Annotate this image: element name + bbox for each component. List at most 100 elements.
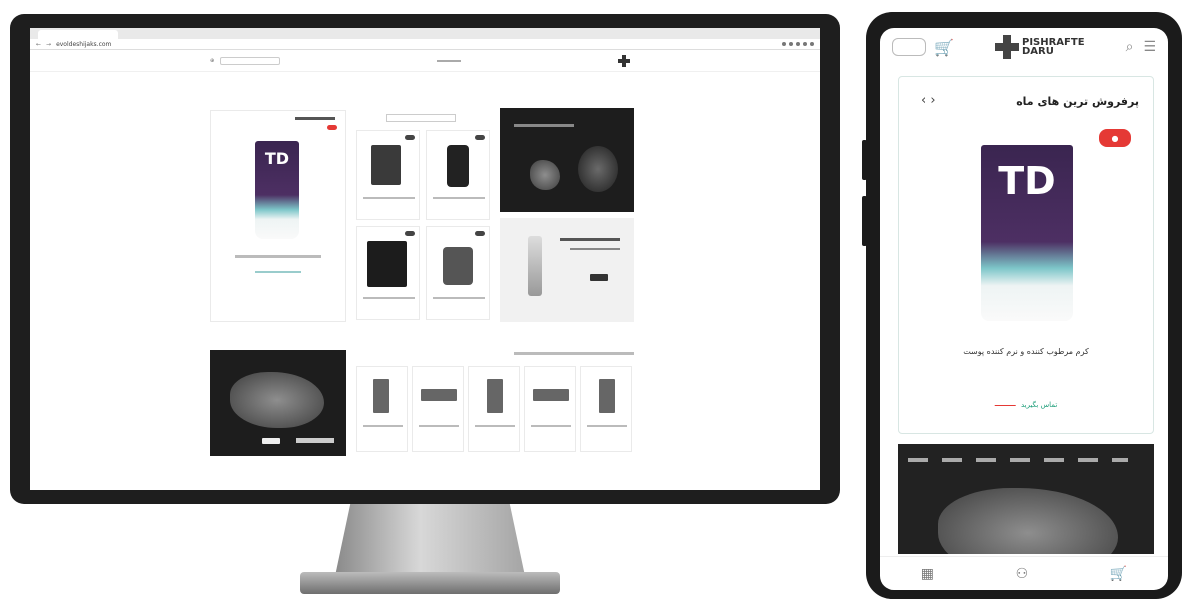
product-name xyxy=(363,297,415,299)
mobile-phone: 🛒 PISHRAFTE DARU ⌕ ☰ پرفروش ترین های ماه… xyxy=(866,12,1182,599)
banner-text xyxy=(570,248,620,250)
user-icon[interactable]: ⚇ xyxy=(1016,566,1029,582)
banner-button[interactable] xyxy=(262,438,280,444)
search-input[interactable] xyxy=(220,56,281,65)
home-icon[interactable]: ▦ xyxy=(921,566,934,582)
old-price: ——— xyxy=(994,401,1016,409)
product-card[interactable] xyxy=(356,226,420,320)
product-name xyxy=(419,425,459,427)
featured-product-card[interactable]: TD xyxy=(210,110,346,322)
product-card[interactable] xyxy=(356,130,420,220)
menu-icon[interactable]: ☰ xyxy=(1143,39,1156,55)
browser-address-bar: ← → evoldeshijaks.com xyxy=(30,39,820,50)
product-image xyxy=(533,389,569,401)
products-carousel xyxy=(356,350,634,456)
banner-image xyxy=(938,488,1118,554)
mobile-rock-banner[interactable] xyxy=(898,444,1154,554)
mobile-header: 🛒 PISHRAFTE DARU ⌕ ☰ xyxy=(880,28,1168,66)
carousel-arrows[interactable]: ‹ › xyxy=(921,93,936,108)
cart-icon[interactable]: 🛒 xyxy=(1110,566,1127,582)
back-icon[interactable]: ← xyxy=(36,41,41,48)
banner-figure xyxy=(578,146,618,192)
url-field[interactable]: evoldeshijaks.com xyxy=(56,41,777,48)
best-sellers-grid xyxy=(356,110,492,322)
banner-text xyxy=(514,124,574,127)
carousel-item[interactable] xyxy=(356,366,408,452)
product-name xyxy=(363,197,415,199)
banner-button[interactable] xyxy=(590,274,608,281)
product-price: ——— تماس بگیرید xyxy=(899,401,1153,409)
card-title xyxy=(295,117,335,120)
site-header: ⊕ xyxy=(30,50,820,72)
logo-text: PISHRAFTE DARU xyxy=(1021,38,1085,57)
product-image: TD xyxy=(255,141,299,239)
product-image xyxy=(487,379,503,413)
banner-text xyxy=(908,458,1128,462)
discount-badge xyxy=(475,135,485,140)
product-name xyxy=(587,425,627,427)
banner-image xyxy=(528,236,542,296)
product-name xyxy=(433,297,485,299)
logo-cross-icon xyxy=(617,54,630,67)
product-card[interactable] xyxy=(426,226,490,320)
product-image xyxy=(373,379,389,413)
product-image xyxy=(367,241,407,287)
header-left: ⊕ xyxy=(210,56,281,65)
product-name xyxy=(433,197,485,199)
header-right: ⌕ ☰ xyxy=(1126,39,1156,55)
discount-badge xyxy=(475,231,485,236)
product-price xyxy=(255,271,301,273)
browser-tab-strip xyxy=(30,28,820,39)
browser-extension-icons xyxy=(782,42,814,46)
promo-banner-dark[interactable] xyxy=(500,108,634,212)
product-image xyxy=(421,389,457,401)
site-logo[interactable] xyxy=(617,54,630,67)
product-name xyxy=(235,255,321,258)
cart-icon[interactable]: ⊕ xyxy=(210,58,214,64)
product-image xyxy=(371,145,401,185)
banner-image xyxy=(530,160,560,190)
browser-tab[interactable] xyxy=(38,30,118,39)
product-name xyxy=(475,425,515,427)
section-title xyxy=(386,114,456,122)
mobile-logo[interactable]: PISHRAFTE DARU xyxy=(994,35,1085,59)
rock-banner[interactable] xyxy=(210,350,346,456)
banner-text xyxy=(560,238,620,241)
product-image: TD xyxy=(981,145,1073,321)
discount-badge: ● xyxy=(1099,129,1131,147)
discount-badge xyxy=(405,135,415,140)
discount-badge xyxy=(405,231,415,236)
nav-link[interactable] xyxy=(437,59,462,62)
carousel-item[interactable] xyxy=(580,366,632,452)
login-button[interactable] xyxy=(892,38,926,56)
monitor-stand-neck xyxy=(335,504,525,576)
carousel-item[interactable] xyxy=(412,366,464,452)
product-image xyxy=(443,247,473,285)
new-price: تماس بگیرید xyxy=(1020,401,1058,409)
banner-brand xyxy=(296,438,334,443)
promo-banner-light[interactable] xyxy=(500,218,634,322)
bottom-navigation: ▦ ⚇ 🛒 xyxy=(880,556,1168,590)
product-card[interactable] xyxy=(426,130,490,220)
section-title: پرفروش ترین های ماه xyxy=(1016,95,1139,108)
monitor-stand-base xyxy=(300,572,560,594)
product-image xyxy=(447,145,469,187)
discount-badge xyxy=(327,125,337,130)
carousel-item[interactable] xyxy=(468,366,520,452)
mockup-stage: ← → evoldeshijaks.com ⊕ TD 🛒 PISHRAFTE D… xyxy=(0,0,1182,599)
product-name xyxy=(531,425,571,427)
best-sellers-card[interactable]: پرفروش ترین های ماه ‹ › ● TD کرم مرطوب ک… xyxy=(898,76,1154,434)
product-name: کرم مرطوب کننده و نرم کننده پوست xyxy=(963,347,1089,356)
logo-cross-icon xyxy=(994,35,1019,59)
header-left: 🛒 xyxy=(892,38,954,57)
logo-text-bottom: DARU xyxy=(1021,46,1054,57)
carousel-item[interactable] xyxy=(524,366,576,452)
cart-icon[interactable]: 🛒 xyxy=(934,38,954,57)
product-image xyxy=(599,379,615,413)
phone-screen: 🛒 PISHRAFTE DARU ⌕ ☰ پرفروش ترین های ماه… xyxy=(880,28,1168,590)
forward-icon[interactable]: → xyxy=(46,41,51,48)
search-icon[interactable]: ⌕ xyxy=(1126,39,1134,55)
product-name xyxy=(363,425,403,427)
category-tabs[interactable] xyxy=(514,352,634,355)
banner-image xyxy=(230,372,324,428)
